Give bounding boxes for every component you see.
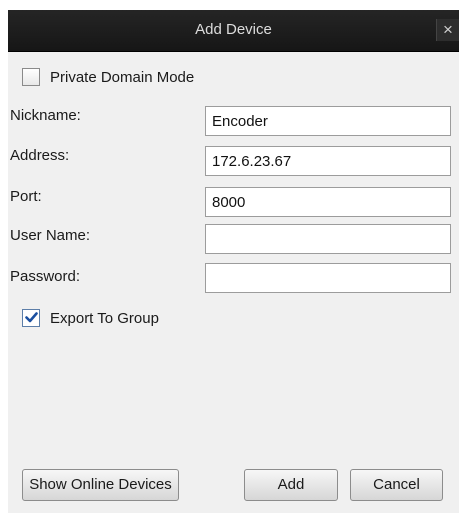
export-to-group-label: Export To Group	[50, 310, 159, 327]
private-domain-mode-option[interactable]: Private Domain Mode	[22, 68, 242, 88]
cancel-button[interactable]: Cancel	[350, 469, 443, 501]
address-field[interactable]	[205, 146, 451, 176]
port-field[interactable]	[205, 187, 451, 217]
close-button[interactable]: ×	[436, 19, 459, 41]
username-label: User Name:	[10, 227, 91, 244]
add-button[interactable]: Add	[244, 469, 338, 501]
export-to-group-option[interactable]: Export To Group	[22, 309, 202, 329]
port-label: Port:	[10, 188, 42, 205]
private-domain-mode-label: Private Domain Mode	[50, 69, 195, 86]
checkmark-icon	[25, 312, 38, 323]
private-domain-mode-checkbox[interactable]	[22, 68, 40, 86]
dialog-title: Add Device	[195, 21, 272, 38]
nickname-label: Nickname:	[10, 107, 81, 124]
password-field[interactable]	[205, 263, 451, 293]
password-label: Password:	[10, 268, 81, 285]
title-bar[interactable]: Add Device ×	[8, 10, 459, 52]
close-icon: ×	[443, 20, 453, 39]
address-label: Address:	[10, 147, 70, 164]
username-field[interactable]	[205, 224, 451, 254]
add-device-dialog: Add Device × Private Domain Mode Nicknam…	[8, 10, 459, 513]
show-online-devices-button[interactable]: Show Online Devices	[22, 469, 179, 501]
export-to-group-checkbox[interactable]	[22, 309, 40, 327]
nickname-field[interactable]	[205, 106, 451, 136]
